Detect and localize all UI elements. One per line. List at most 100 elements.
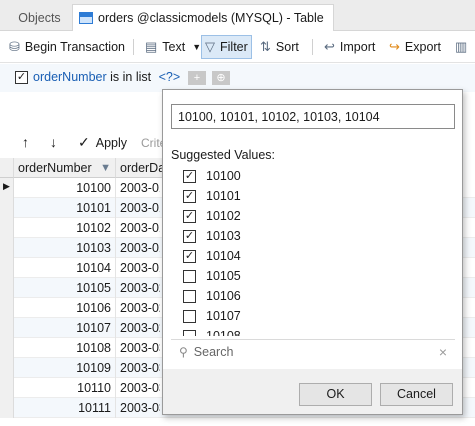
row-header[interactable] xyxy=(0,298,14,318)
filter-icon: ▽ xyxy=(205,39,215,54)
filter-field[interactable]: orderNumber xyxy=(33,70,107,84)
row-header[interactable] xyxy=(0,398,14,418)
cell-ordernumber[interactable]: 10106 xyxy=(14,298,116,318)
cell-ordernumber[interactable]: 10103 xyxy=(14,238,116,258)
filter-operator[interactable]: is in list xyxy=(110,70,151,84)
list-item[interactable]: ✓ 10104 xyxy=(183,246,241,266)
row-header[interactable] xyxy=(0,238,14,258)
suggested-values-list[interactable]: ✓ 10100 ✓ 10101 ✓ 10102 ✓ 10103 ✓ 10104 10105 10106… xyxy=(171,166,455,336)
row-header[interactable] xyxy=(0,278,14,298)
transaction-icon: ⛁ xyxy=(9,39,20,54)
value-checkbox[interactable] xyxy=(183,289,196,303)
list-item[interactable]: ✓ 10100 xyxy=(183,166,241,186)
text-button[interactable]: ▤ Text ▼ xyxy=(142,35,204,59)
clear-search-icon[interactable]: × xyxy=(439,344,447,360)
cell-ordernumber[interactable]: 10105 xyxy=(14,278,116,298)
value-checkbox[interactable]: ✓ xyxy=(183,249,196,263)
value-checkbox[interactable] xyxy=(183,309,196,323)
import-button[interactable]: ↩ Import xyxy=(321,35,378,59)
cell-ordernumber[interactable]: 10108 xyxy=(14,338,116,358)
list-item[interactable]: 10105 xyxy=(183,266,241,286)
cell-orderdate[interactable]: 2003-02 xyxy=(116,298,160,318)
column-header-ordernumber[interactable]: orderNumber ▼ xyxy=(14,158,116,178)
table-icon xyxy=(79,12,93,24)
value-checkbox[interactable]: ✓ xyxy=(183,209,196,223)
apply-label: Apply xyxy=(95,135,128,150)
apply-button[interactable]: ✓ Apply xyxy=(78,134,127,151)
cell-ordernumber[interactable]: 10109 xyxy=(14,358,116,378)
tab-bar: Objects orders @classicmodels (MYSQL) - … xyxy=(0,0,475,31)
suggested-values-label: Suggested Values: xyxy=(171,148,276,162)
column-header-orderdate[interactable]: orderDa xyxy=(116,158,166,178)
move-down-icon[interactable]: ↓ xyxy=(50,134,57,150)
cell-ordernumber[interactable]: 10104 xyxy=(14,258,116,278)
begin-transaction-button[interactable]: ⛁ Begin Transaction xyxy=(6,35,128,59)
cancel-button[interactable]: Cancel xyxy=(380,383,453,406)
value-checkbox[interactable] xyxy=(183,269,196,283)
export-button[interactable]: ↪ Export xyxy=(386,35,444,59)
filter-enabled-checkbox[interactable]: ✓ xyxy=(15,71,28,84)
cell-ordernumber[interactable]: 10102 xyxy=(14,218,116,238)
cell-orderdate[interactable]: 2003-01 xyxy=(116,218,160,238)
filter-value-placeholder[interactable]: <?> xyxy=(159,70,181,84)
cell-orderdate[interactable]: 2003-03 xyxy=(116,358,160,378)
cell-ordernumber[interactable]: 10100 xyxy=(14,178,116,198)
list-item[interactable]: 10108 xyxy=(183,326,241,336)
row-header[interactable] xyxy=(0,378,14,398)
cell-orderdate[interactable]: 2003-03 xyxy=(116,338,160,358)
value-checkbox[interactable]: ✓ xyxy=(183,229,196,243)
list-item[interactable]: 10106 xyxy=(183,286,241,306)
filter-icon[interactable]: ▼ xyxy=(100,158,111,178)
cell-ordernumber[interactable]: 10107 xyxy=(14,318,116,338)
chevron-down-icon: ▼ xyxy=(192,42,202,52)
filter-expression[interactable]: orderNumber is in list <?> xyxy=(33,70,180,84)
ok-button[interactable]: OK xyxy=(299,383,372,406)
import-icon: ↩ xyxy=(324,39,335,54)
search-input[interactable]: Search xyxy=(194,345,234,359)
values-input[interactable] xyxy=(171,104,455,129)
list-item[interactable]: ✓ 10102 xyxy=(183,206,241,226)
cell-orderdate[interactable]: 2003-02 xyxy=(116,318,160,338)
list-item[interactable]: ✓ 10103 xyxy=(183,226,241,246)
row-header[interactable]: ▶ xyxy=(0,178,14,198)
cell-orderdate[interactable]: 2003-03 xyxy=(116,378,160,398)
begin-transaction-label: Begin Transaction xyxy=(24,40,125,54)
tab-orders-table[interactable]: orders @classicmodels (MYSQL) - Table xyxy=(72,4,334,31)
add-condition-button[interactable]: + xyxy=(188,71,206,85)
tab-objects[interactable]: Objects xyxy=(8,4,71,31)
cell-ordernumber[interactable]: 10111 xyxy=(14,398,116,418)
cell-orderdate[interactable]: 2003-01 xyxy=(116,198,160,218)
cell-orderdate[interactable]: 2003-02 xyxy=(116,278,160,298)
filter-button[interactable]: ▽ Filter xyxy=(201,35,252,59)
row-header[interactable] xyxy=(0,358,14,378)
row-header[interactable] xyxy=(0,258,14,278)
value-checkbox[interactable]: ✓ xyxy=(183,189,196,203)
toolbar-divider xyxy=(133,39,134,55)
sort-label: Sort xyxy=(275,40,299,54)
toolbar-divider xyxy=(312,39,313,55)
value-checkbox[interactable] xyxy=(183,329,196,336)
cell-orderdate[interactable]: 2003-03 xyxy=(116,398,160,418)
plus-icon: + xyxy=(193,72,201,84)
data-generation-button[interactable]: ▥ xyxy=(452,35,475,59)
value-checkbox[interactable]: ✓ xyxy=(183,169,196,183)
list-item[interactable]: ✓ 10101 xyxy=(183,186,241,206)
list-item[interactable]: 10107 xyxy=(183,306,241,326)
row-header[interactable] xyxy=(0,338,14,358)
sort-button[interactable]: ⇅ Sort xyxy=(257,35,302,59)
cell-orderdate[interactable]: 2003-01 xyxy=(116,178,160,198)
search-bar[interactable]: ⚲ Search × xyxy=(171,339,455,363)
add-group-button[interactable]: ⊕ xyxy=(212,71,230,85)
cell-ordernumber[interactable]: 10101 xyxy=(14,198,116,218)
cell-orderdate[interactable]: 2003-01 xyxy=(116,238,160,258)
row-header[interactable] xyxy=(0,198,14,218)
value-label: 10102 xyxy=(206,209,241,223)
cell-ordernumber[interactable]: 10110 xyxy=(14,378,116,398)
cell-orderdate[interactable]: 2003-01 xyxy=(116,258,160,278)
filter-label: Filter xyxy=(220,40,248,54)
move-up-icon[interactable]: ↑ xyxy=(22,134,29,150)
row-header[interactable] xyxy=(0,318,14,338)
row-header[interactable] xyxy=(0,218,14,238)
text-icon: ▤ xyxy=(145,39,158,54)
value-label: 10105 xyxy=(206,269,241,283)
